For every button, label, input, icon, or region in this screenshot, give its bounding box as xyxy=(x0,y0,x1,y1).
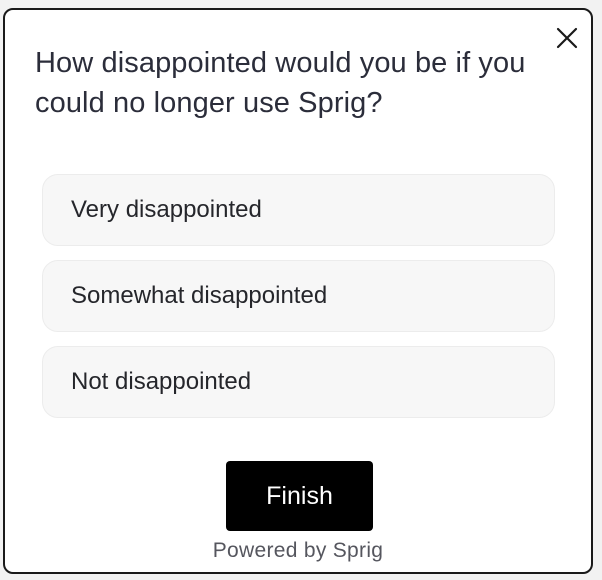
option-somewhat-disappointed[interactable]: Somewhat disappointed xyxy=(42,260,555,332)
option-not-disappointed[interactable]: Not disappointed xyxy=(42,346,555,418)
survey-question: How disappointed would you be if you cou… xyxy=(35,47,526,119)
powered-by-label: Powered by Sprig xyxy=(212,539,384,562)
survey-card: How disappointed would you be if you cou… xyxy=(3,8,593,574)
option-very-disappointed[interactable]: Very disappointed xyxy=(42,174,555,246)
close-icon[interactable] xyxy=(555,26,579,50)
finish-button[interactable]: Finish xyxy=(226,461,373,531)
